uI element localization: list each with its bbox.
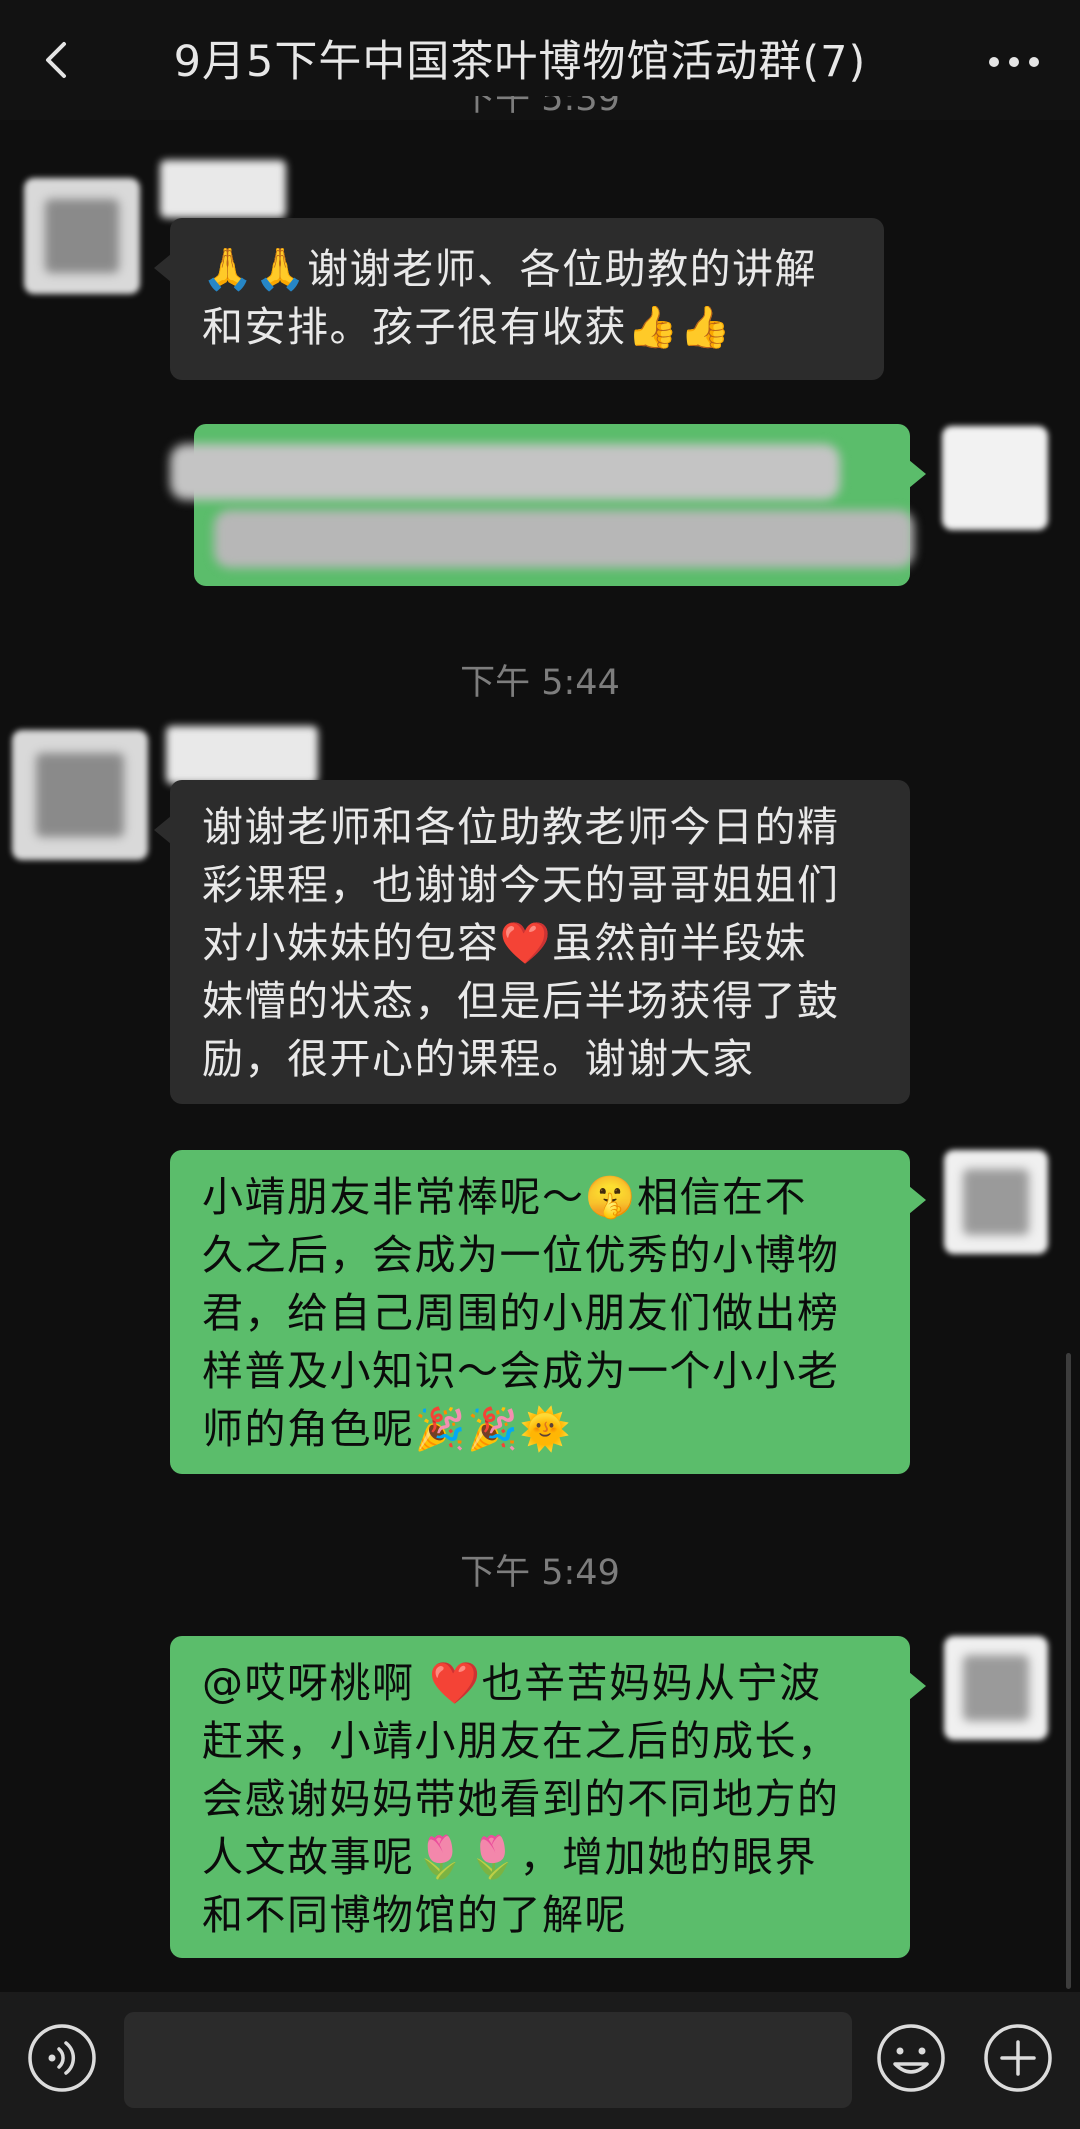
chevron-left-icon xyxy=(46,42,66,78)
message-input[interactable] xyxy=(124,2012,852,2108)
sender-name-redacted xyxy=(166,726,318,784)
scrollbar-thumb[interactable] xyxy=(1066,1353,1071,1989)
avatar[interactable] xyxy=(944,1150,1048,1254)
avatar[interactable] xyxy=(944,1636,1048,1740)
timestamp: 下午 5:44 xyxy=(460,663,620,703)
avatar[interactable] xyxy=(942,426,1048,530)
plus-icon xyxy=(984,2024,1052,2092)
message-bubble[interactable]: 小靖朋友非常棒呢～🤫相信在不 久之后，会成为一位优秀的小博物 君，给自己周围的小… xyxy=(170,1150,926,1474)
more-button[interactable] xyxy=(974,34,1054,90)
timestamp: 下午 5:39 xyxy=(460,96,620,119)
message-bubble[interactable]: @哎呀桃啊 ❤️也辛苦妈妈从宁波 赶来，小靖小朋友在之后的成长， 会感谢妈妈带她… xyxy=(170,1636,926,1958)
chat-title: 9月5下午中国茶叶博物馆活动群(7) xyxy=(173,37,867,87)
message-bubble-redacted[interactable] xyxy=(170,424,926,586)
back-button[interactable] xyxy=(30,28,90,92)
avatar[interactable] xyxy=(24,178,140,294)
emoji-button[interactable] xyxy=(875,2022,947,2094)
voice-icon xyxy=(28,2024,96,2092)
message-bubble[interactable]: 谢谢老师和各位助教老师今日的精 彩课程，也谢谢今天的哥哥姐姐们 对小妹妹的包容❤… xyxy=(154,780,910,1104)
message-bubble[interactable]: 🙏🙏谢谢老师、各位助教的讲解 和安排。孩子很有收获👍👍 xyxy=(154,218,884,380)
sender-name-redacted xyxy=(160,160,286,218)
more-functions-button[interactable] xyxy=(982,2022,1054,2094)
timestamp: 下午 5:49 xyxy=(460,1553,620,1593)
voice-button[interactable] xyxy=(26,2022,98,2094)
more-dots-icon xyxy=(989,57,1039,67)
smiley-icon xyxy=(877,2024,945,2092)
avatar[interactable] xyxy=(12,730,148,860)
